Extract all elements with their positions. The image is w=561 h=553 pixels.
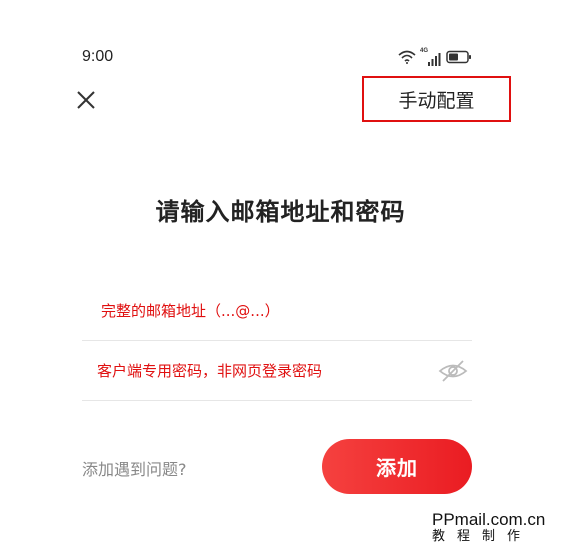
wifi-icon (398, 49, 416, 68)
signal-icon: 4G (420, 48, 442, 67)
email-input[interactable] (82, 281, 472, 340)
manual-config-button[interactable]: 手动配置 (362, 76, 511, 122)
watermark-url: PPmail.com.cn (432, 510, 546, 529)
status-time: 9:00 (82, 48, 114, 65)
password-visibility-toggle[interactable] (438, 358, 468, 384)
close-button[interactable] (74, 88, 98, 112)
status-icons: 4G (398, 48, 472, 68)
page-title: 请输入邮箱地址和密码 (155, 198, 406, 226)
eye-off-icon (438, 360, 468, 382)
add-button[interactable]: 添加 (322, 439, 472, 494)
help-link[interactable]: 添加遇到问题? (82, 456, 187, 480)
battery-icon (446, 49, 472, 68)
watermark: PPmail.com.cn 教程制作 (432, 510, 554, 545)
close-icon (77, 91, 95, 109)
email-field-container (82, 281, 472, 341)
watermark-subtitle: 教程制作 (432, 529, 533, 544)
password-input[interactable] (82, 341, 472, 400)
password-field-container (82, 341, 472, 401)
